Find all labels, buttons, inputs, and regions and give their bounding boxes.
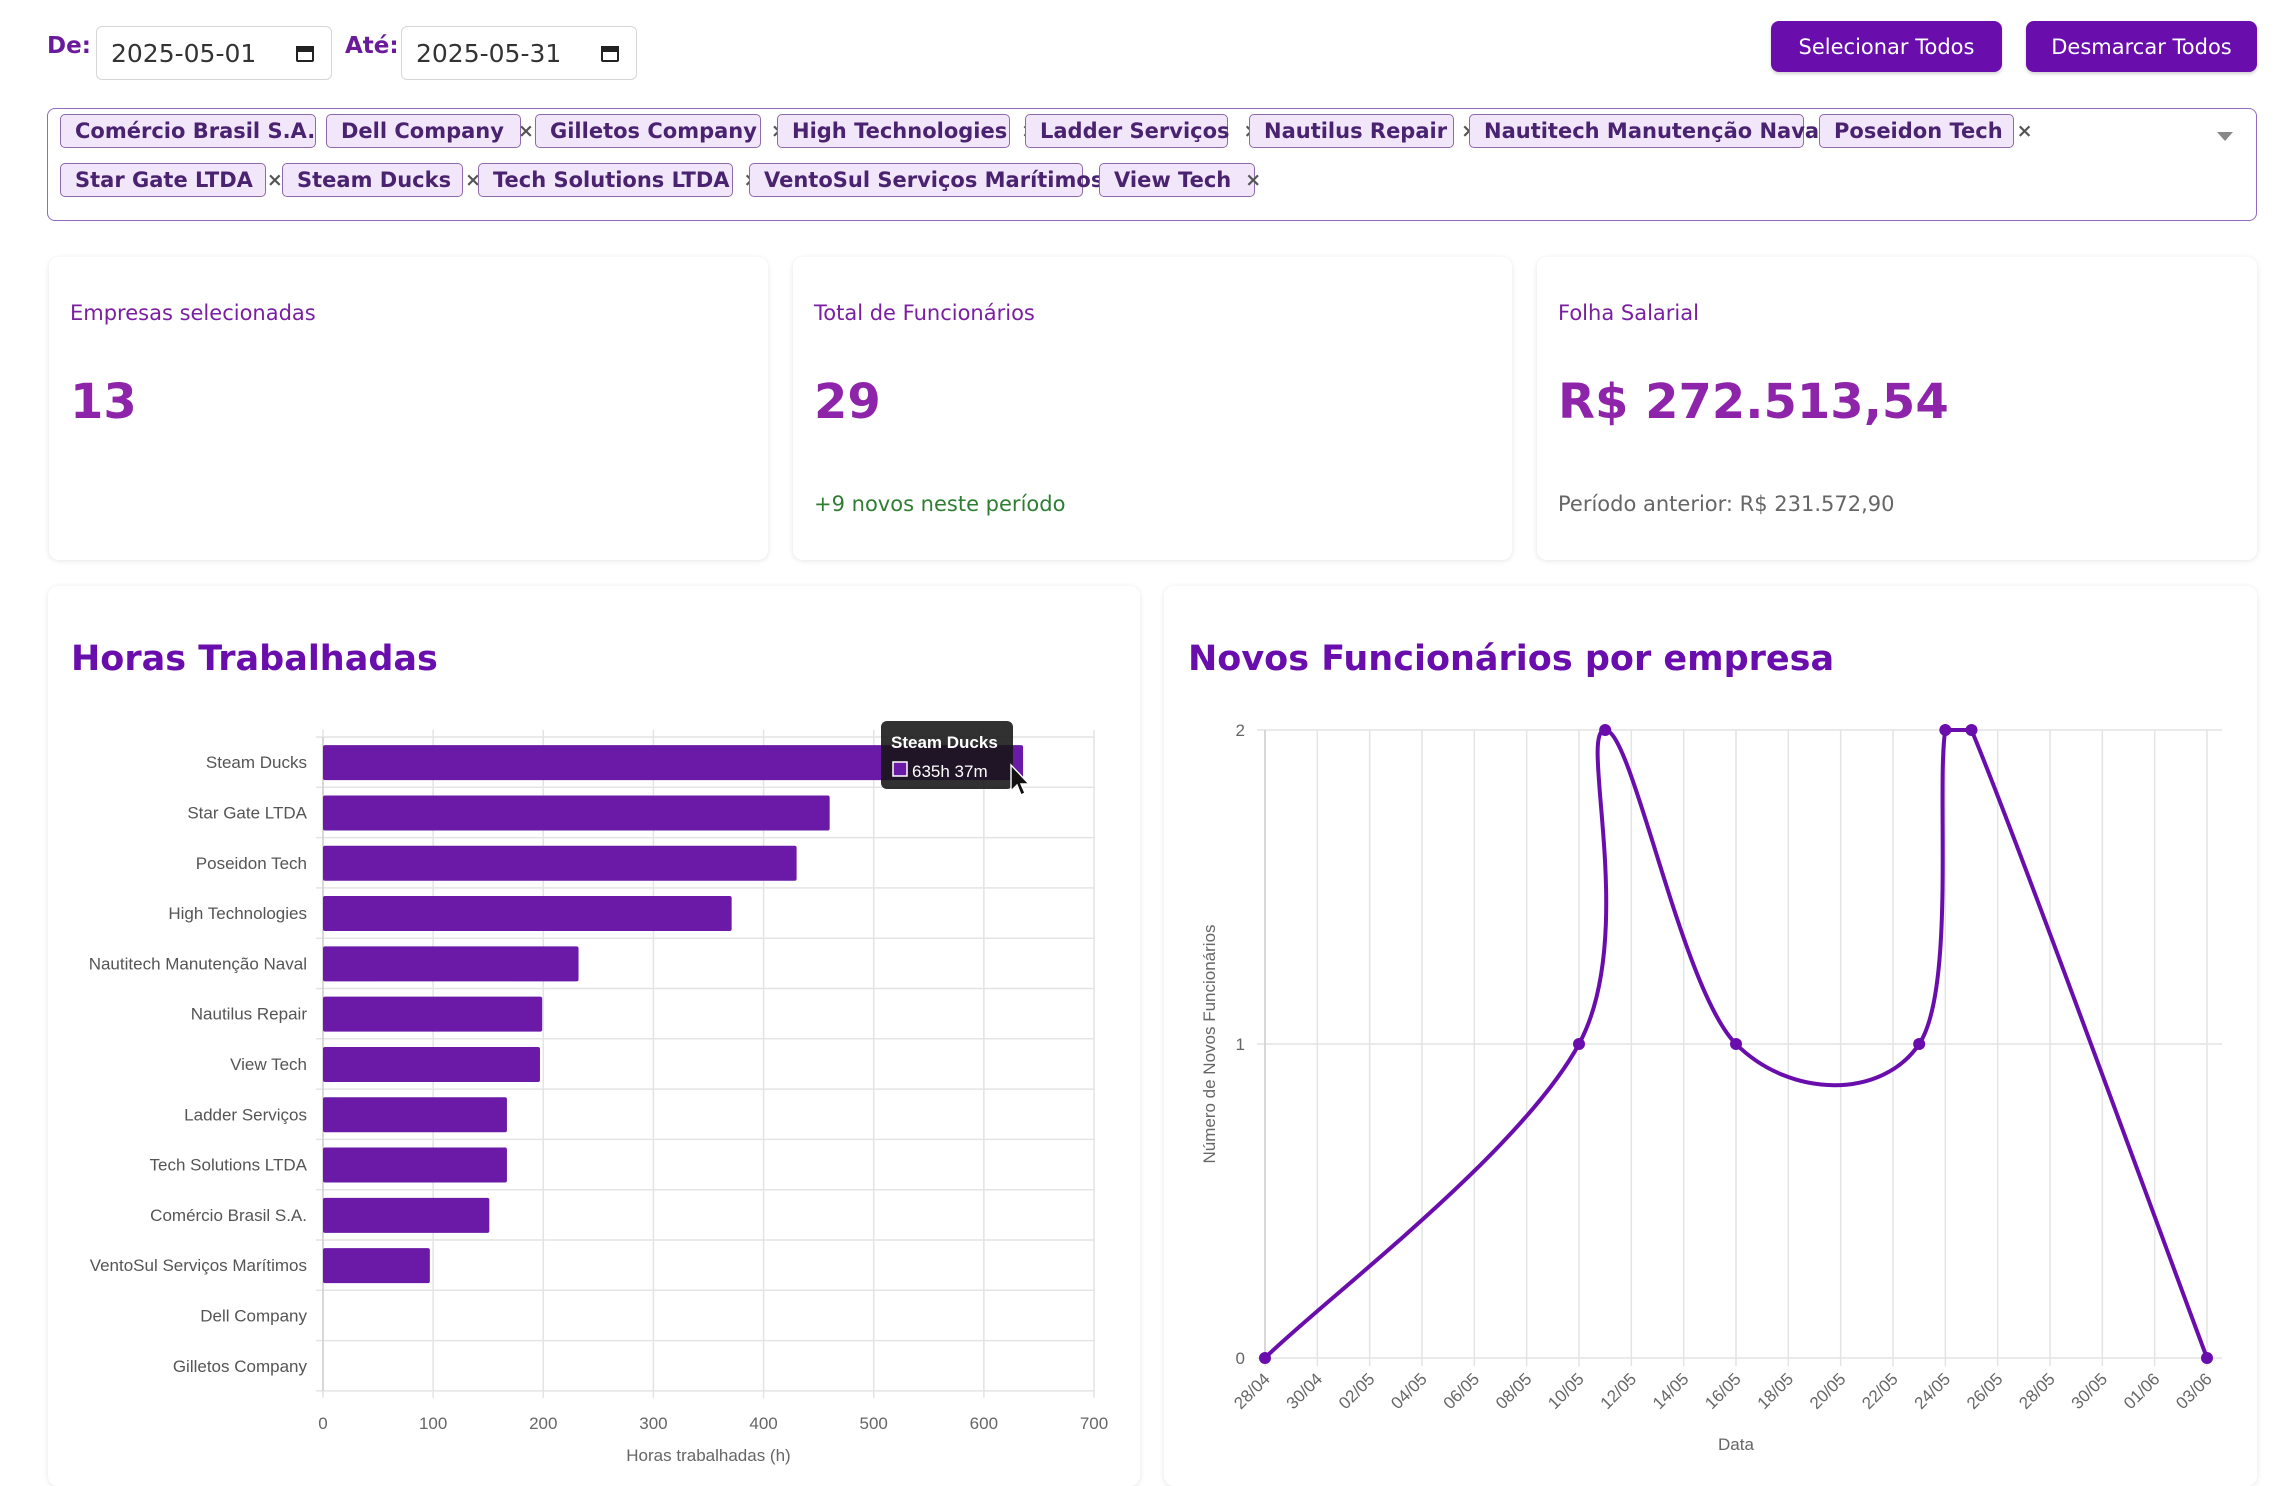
x-tick-label: 22/05 <box>1858 1369 1902 1413</box>
data-point[interactable] <box>1599 724 1612 736</box>
x-tick-label: 16/05 <box>1701 1369 1745 1413</box>
new-employees-line-chart[interactable]: 28/04 30/04 02/05 04/05 06/05 08/05 10/05 12/05… <box>0 0 2273 1465</box>
x-tick-label: 01/06 <box>2120 1369 2164 1413</box>
data-point[interactable] <box>1965 724 1978 736</box>
y-tick-label: 2 <box>1236 721 1245 740</box>
y-tick-label: 0 <box>1236 1349 1245 1368</box>
data-point[interactable] <box>1913 1038 1926 1050</box>
x-tick-label: 06/05 <box>1440 1369 1484 1413</box>
x-axis-title: Data <box>1718 1435 1754 1454</box>
x-tick-label: 08/05 <box>1492 1369 1536 1413</box>
x-tick-label: 12/05 <box>1597 1369 1641 1413</box>
x-tick-label: 28/05 <box>2015 1369 2059 1413</box>
x-tick-label: 30/04 <box>1283 1369 1327 1413</box>
x-tick-label: 20/05 <box>1806 1369 1850 1413</box>
data-point[interactable] <box>1573 1038 1585 1050</box>
x-tick-label: 30/05 <box>2068 1369 2112 1413</box>
x-tick-label: 24/05 <box>1911 1369 1955 1413</box>
x-tick-label: 14/05 <box>1649 1369 1693 1413</box>
data-point[interactable] <box>2201 1352 2213 1364</box>
x-tick-label: 02/05 <box>1335 1369 1379 1413</box>
x-tick-label: 18/05 <box>1754 1369 1798 1413</box>
x-tick-label: 26/05 <box>1963 1369 2007 1413</box>
x-tick-label: 03/06 <box>2172 1369 2216 1413</box>
data-point[interactable] <box>1259 1352 1271 1364</box>
x-tick-label: 28/04 <box>1230 1369 1274 1413</box>
x-tick-label: 10/05 <box>1544 1369 1588 1413</box>
y-tick-label: 1 <box>1236 1035 1245 1054</box>
data-point[interactable] <box>1939 724 1952 736</box>
data-point[interactable] <box>1730 1038 1742 1050</box>
y-axis-title: Número de Novos Funcionários <box>1200 924 1219 1163</box>
x-tick-label: 04/05 <box>1387 1369 1431 1413</box>
